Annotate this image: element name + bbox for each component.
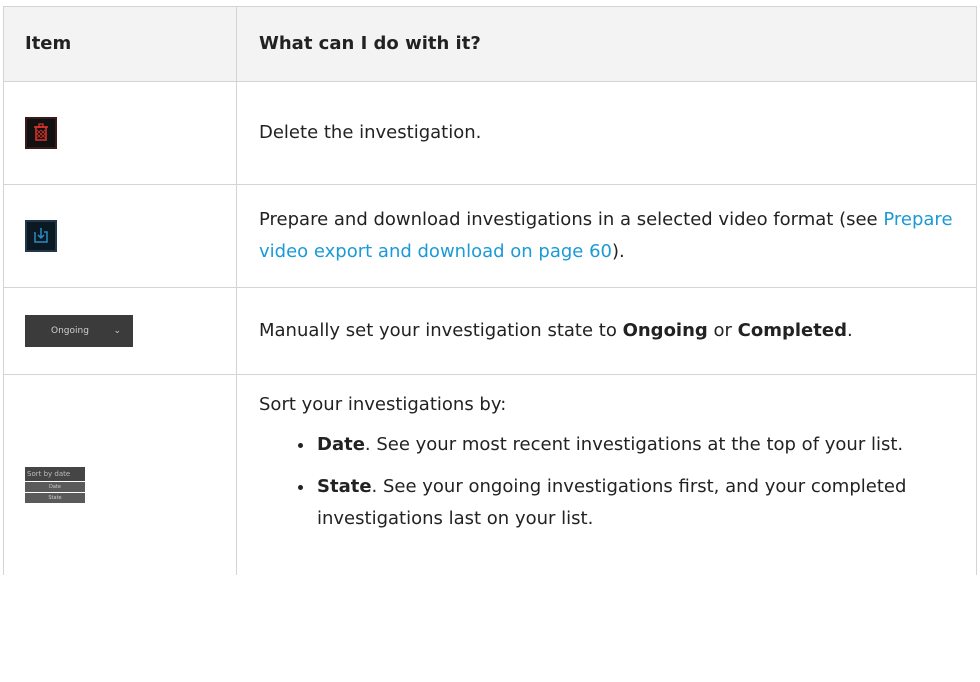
list-item: State. See your ongoing investigations f…: [298, 471, 956, 535]
sort-options-list: Date. See your most recent investigation…: [259, 429, 956, 535]
sort-intro: Sort your investigations by:: [259, 394, 507, 415]
sort-dropdown-image: Sort by date Date State: [25, 467, 85, 503]
delete-description: Delete the investigation.: [236, 81, 977, 185]
sort-description: Sort your investigations by: Date. See y…: [236, 374, 977, 575]
header-item: Item: [3, 6, 237, 82]
trash-icon: [25, 117, 57, 149]
chevron-down-icon: ⌄: [113, 326, 121, 336]
header-description: What can I do with it?: [236, 6, 977, 82]
features-table: Item What can I do with it? Delete the i…: [3, 6, 977, 575]
state-dropdown-image: Ongoing ⌄: [25, 315, 133, 347]
download-description: Prepare and download investigations in a…: [236, 184, 977, 288]
download-icon: [25, 220, 57, 252]
table-row: Prepare and download investigations in a…: [3, 184, 977, 288]
table-header-row: Item What can I do with it?: [3, 6, 977, 82]
table-row: Ongoing ⌄ Manually set your investigatio…: [3, 287, 977, 375]
list-item: Date. See your most recent investigation…: [298, 429, 956, 461]
table-row: Sort by date Date State Sort your invest…: [3, 374, 977, 575]
state-description: Manually set your investigation state to…: [236, 287, 977, 375]
table-row: Delete the investigation.: [3, 81, 977, 185]
